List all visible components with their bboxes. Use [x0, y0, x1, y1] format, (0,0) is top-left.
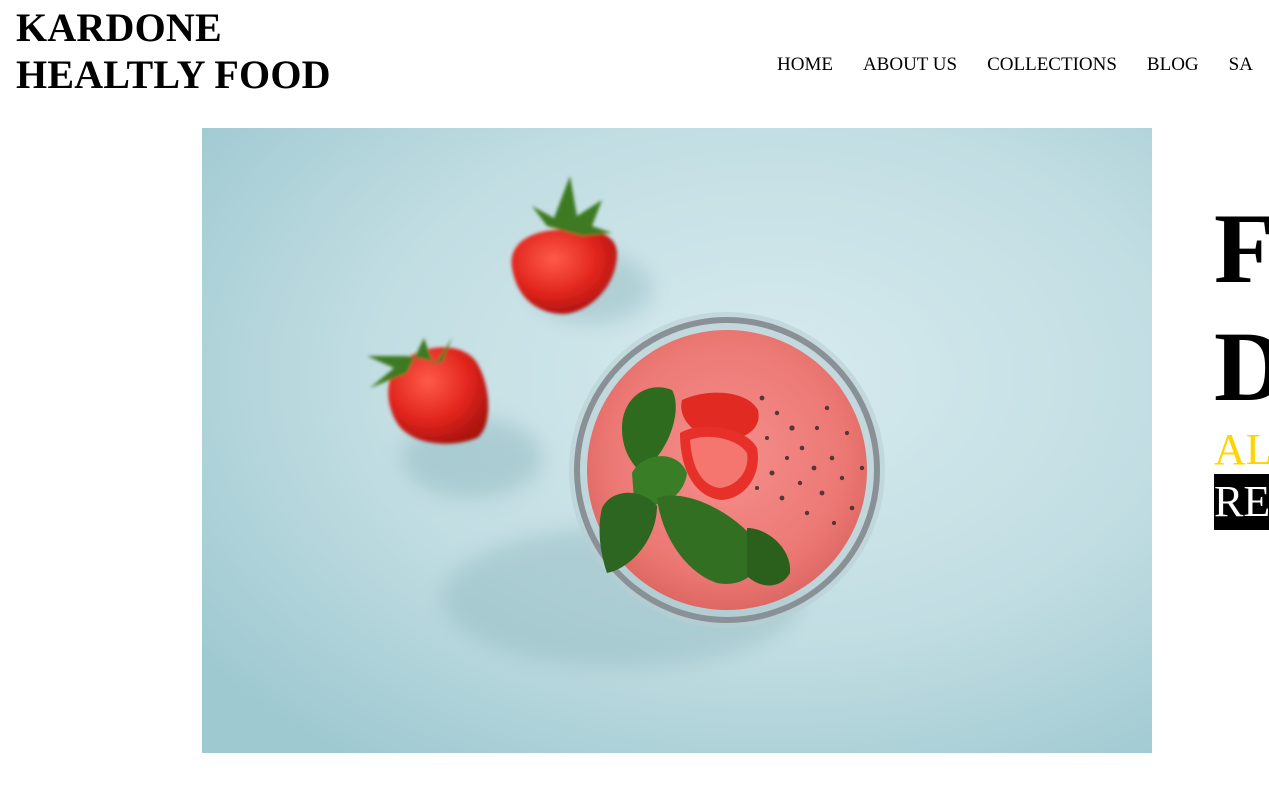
page: KARDONE HEALTLY FOOD HOME ABOUT US COLLE… [0, 0, 1269, 797]
main-nav: HOME ABOUT US COLLECTIONS BLOG SA [777, 53, 1269, 77]
hero-image [202, 128, 1152, 753]
nav-item-home[interactable]: HOME [777, 53, 833, 77]
site-logo[interactable]: KARDONE HEALTLY FOOD [16, 4, 331, 98]
smoothie-illustration [202, 128, 1152, 753]
logo-line-2: HEALTLY FOOD [16, 52, 331, 97]
logo-line-1: KARDONE [16, 5, 222, 50]
nav-item-about-us[interactable]: ABOUT US [863, 53, 957, 77]
nav-item-sale[interactable]: SA [1229, 53, 1253, 77]
promo-button[interactable]: RE [1214, 474, 1269, 530]
promo-heading-line-2: D [1214, 311, 1269, 422]
promo-heading-line-1: F [1214, 193, 1269, 304]
nav-item-collections[interactable]: COLLECTIONS [987, 53, 1117, 77]
nav-item-blog[interactable]: BLOG [1147, 53, 1199, 77]
hero-promo: F D AL RE [1214, 190, 1269, 530]
promo-subtitle: AL [1214, 425, 1269, 474]
